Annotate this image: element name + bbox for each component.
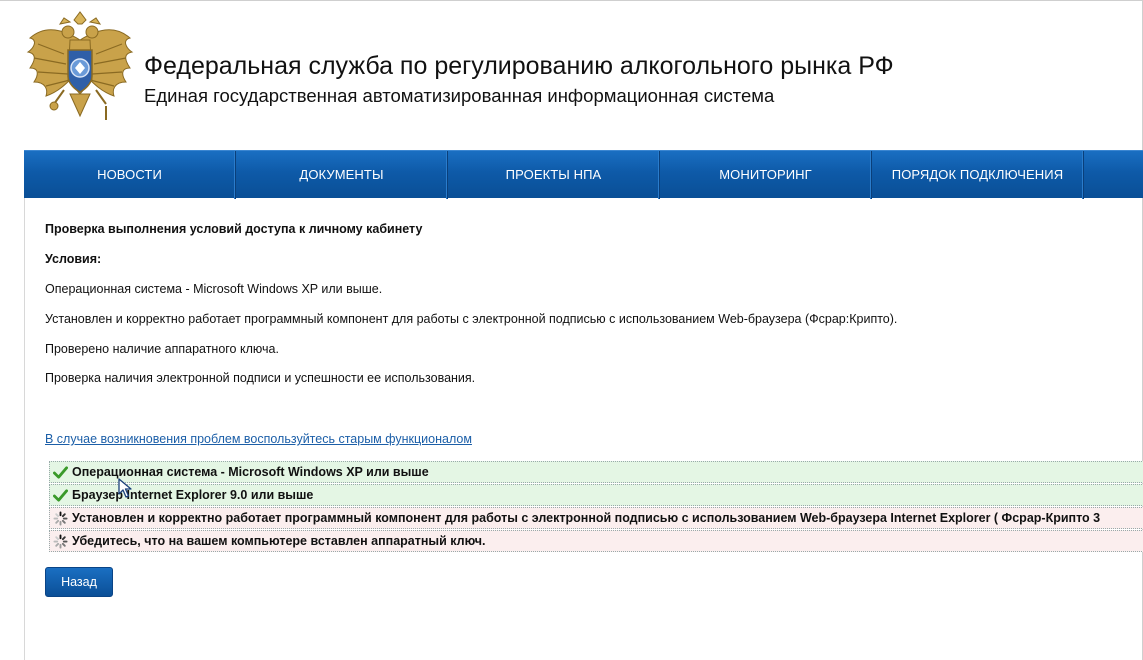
check-row-label: Браузер Internet Explorer 9.0 или выше xyxy=(72,488,314,502)
nav-item-documents[interactable]: ДОКУМЕНТЫ xyxy=(236,151,448,199)
mouse-cursor-icon xyxy=(118,478,132,498)
loading-spinner-icon xyxy=(53,511,68,526)
check-row-crypto: Установлен и корректно работает программ… xyxy=(49,507,1143,529)
condition-crypto-component: Установлен и корректно работает программ… xyxy=(45,312,898,326)
site-subtitle: Единая государственная автоматизированна… xyxy=(144,85,775,106)
check-row-label: Убедитесь, что на вашем компьютере встав… xyxy=(72,534,486,548)
site-header: Федеральная служба по регулированию алко… xyxy=(0,0,1143,150)
check-row-hardware-key: Убедитесь, что на вашем компьютере встав… xyxy=(49,530,1143,552)
condition-signature: Проверка наличия электронной подписи и у… xyxy=(45,371,476,385)
page-heading: Проверка выполнения условий доступа к ли… xyxy=(45,222,423,236)
conditions-label: Условия: xyxy=(45,252,102,266)
nav-item-npa-projects[interactable]: ПРОЕКТЫ НПА xyxy=(448,151,660,199)
nav-item-news[interactable]: НОВОСТИ xyxy=(24,151,236,199)
condition-os: Операционная система - Microsoft Windows… xyxy=(45,282,383,296)
nav-item-monitoring[interactable]: МОНИТОРИНГ xyxy=(660,151,872,199)
check-list: Операционная система - Microsoft Windows… xyxy=(49,461,1143,553)
old-functionality-link[interactable]: В случае возникновения проблем воспользу… xyxy=(45,432,472,446)
condition-hardware-key: Проверено наличие аппаратного ключа. xyxy=(45,342,279,356)
check-row-label: Операционная система - Microsoft Windows… xyxy=(72,465,429,479)
back-button[interactable]: Назад xyxy=(45,567,113,597)
main-nav: НОВОСТИ ДОКУМЕНТЫ ПРОЕКТЫ НПА МОНИТОРИНГ… xyxy=(24,150,1143,199)
eagle-emblem-icon xyxy=(26,11,134,120)
check-row-browser: Браузер Internet Explorer 9.0 или выше xyxy=(49,484,1143,506)
check-row-label: Установлен и корректно работает программ… xyxy=(72,511,1101,525)
site-title: Федеральная служба по регулированию алко… xyxy=(144,52,894,80)
nav-item-connection-procedure[interactable]: ПОРЯДОК ПОДКЛЮЧЕНИЯ xyxy=(872,151,1084,199)
loading-spinner-icon xyxy=(53,534,68,549)
checkmark-icon xyxy=(53,466,68,479)
checkmark-icon xyxy=(53,489,68,502)
check-row-os: Операционная система - Microsoft Windows… xyxy=(49,461,1143,483)
main-content: Проверка выполнения условий доступа к ли… xyxy=(24,198,1143,660)
